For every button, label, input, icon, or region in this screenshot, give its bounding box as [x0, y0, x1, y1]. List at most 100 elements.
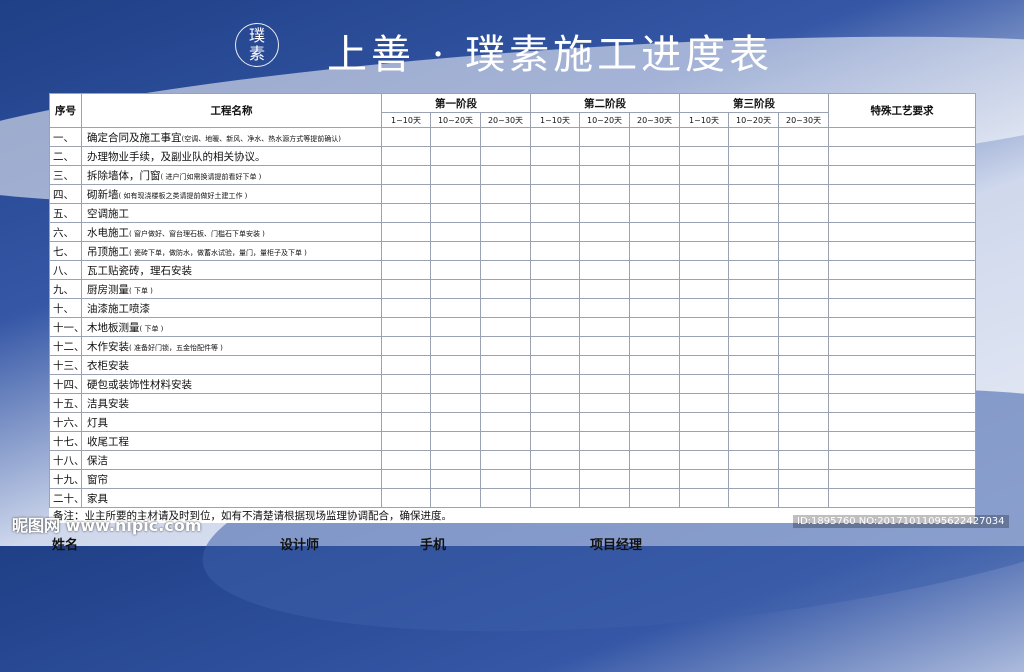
schedule-cell[interactable] — [778, 393, 830, 413]
schedule-cell[interactable] — [479, 317, 532, 337]
special-cell[interactable] — [828, 298, 977, 318]
schedule-cell[interactable] — [579, 203, 631, 223]
schedule-cell[interactable] — [479, 184, 532, 204]
schedule-cell[interactable] — [479, 412, 532, 432]
special-cell[interactable] — [828, 412, 977, 432]
schedule-cell[interactable] — [430, 412, 481, 432]
schedule-cell[interactable] — [381, 412, 431, 432]
schedule-cell[interactable] — [629, 203, 681, 223]
schedule-cell[interactable] — [778, 469, 830, 489]
schedule-cell[interactable] — [430, 488, 481, 508]
schedule-cell[interactable] — [579, 412, 631, 432]
schedule-cell[interactable] — [381, 393, 431, 413]
schedule-cell[interactable] — [430, 184, 481, 204]
special-cell[interactable] — [828, 203, 977, 223]
schedule-cell[interactable] — [381, 146, 431, 166]
schedule-cell[interactable] — [728, 469, 780, 489]
schedule-cell[interactable] — [579, 317, 631, 337]
schedule-cell[interactable] — [530, 260, 581, 280]
schedule-cell[interactable] — [629, 298, 681, 318]
schedule-cell[interactable] — [381, 165, 431, 185]
schedule-cell[interactable] — [430, 127, 481, 147]
schedule-cell[interactable] — [430, 393, 481, 413]
schedule-cell[interactable] — [530, 412, 581, 432]
schedule-cell[interactable] — [629, 127, 681, 147]
schedule-cell[interactable] — [381, 317, 431, 337]
schedule-cell[interactable] — [579, 336, 631, 356]
special-cell[interactable] — [828, 184, 977, 204]
schedule-cell[interactable] — [479, 431, 532, 451]
schedule-cell[interactable] — [629, 260, 681, 280]
schedule-cell[interactable] — [430, 355, 481, 375]
schedule-cell[interactable] — [728, 165, 780, 185]
schedule-cell[interactable] — [679, 165, 730, 185]
schedule-cell[interactable] — [728, 260, 780, 280]
schedule-cell[interactable] — [679, 355, 730, 375]
schedule-cell[interactable] — [778, 222, 830, 242]
schedule-cell[interactable] — [381, 355, 431, 375]
schedule-cell[interactable] — [778, 184, 830, 204]
schedule-cell[interactable] — [381, 336, 431, 356]
schedule-cell[interactable] — [579, 393, 631, 413]
schedule-cell[interactable] — [679, 393, 730, 413]
schedule-cell[interactable] — [778, 431, 830, 451]
schedule-cell[interactable] — [728, 336, 780, 356]
schedule-cell[interactable] — [629, 279, 681, 299]
schedule-cell[interactable] — [579, 488, 631, 508]
schedule-cell[interactable] — [479, 203, 532, 223]
schedule-cell[interactable] — [728, 412, 780, 432]
schedule-cell[interactable] — [579, 146, 631, 166]
schedule-cell[interactable] — [728, 127, 780, 147]
schedule-cell[interactable] — [778, 488, 830, 508]
schedule-cell[interactable] — [430, 298, 481, 318]
schedule-cell[interactable] — [430, 317, 481, 337]
schedule-cell[interactable] — [778, 127, 830, 147]
schedule-cell[interactable] — [679, 412, 730, 432]
schedule-cell[interactable] — [579, 165, 631, 185]
schedule-cell[interactable] — [629, 488, 681, 508]
schedule-cell[interactable] — [778, 146, 830, 166]
schedule-cell[interactable] — [381, 488, 431, 508]
schedule-cell[interactable] — [728, 431, 780, 451]
schedule-cell[interactable] — [530, 298, 581, 318]
schedule-cell[interactable] — [381, 374, 431, 394]
schedule-cell[interactable] — [530, 165, 581, 185]
schedule-cell[interactable] — [778, 412, 830, 432]
schedule-cell[interactable] — [629, 184, 681, 204]
schedule-cell[interactable] — [479, 298, 532, 318]
schedule-cell[interactable] — [679, 222, 730, 242]
schedule-cell[interactable] — [479, 488, 532, 508]
schedule-cell[interactable] — [778, 203, 830, 223]
schedule-cell[interactable] — [579, 298, 631, 318]
schedule-cell[interactable] — [579, 279, 631, 299]
schedule-cell[interactable] — [479, 127, 532, 147]
schedule-cell[interactable] — [679, 241, 730, 261]
schedule-cell[interactable] — [381, 469, 431, 489]
schedule-cell[interactable] — [778, 241, 830, 261]
schedule-cell[interactable] — [381, 279, 431, 299]
schedule-cell[interactable] — [381, 222, 431, 242]
schedule-cell[interactable] — [679, 279, 730, 299]
schedule-cell[interactable] — [381, 450, 431, 470]
schedule-cell[interactable] — [679, 450, 730, 470]
schedule-cell[interactable] — [629, 450, 681, 470]
schedule-cell[interactable] — [679, 336, 730, 356]
schedule-cell[interactable] — [679, 203, 730, 223]
schedule-cell[interactable] — [530, 279, 581, 299]
schedule-cell[interactable] — [629, 412, 681, 432]
schedule-cell[interactable] — [629, 336, 681, 356]
schedule-cell[interactable] — [629, 355, 681, 375]
schedule-cell[interactable] — [778, 260, 830, 280]
schedule-cell[interactable] — [530, 355, 581, 375]
schedule-cell[interactable] — [530, 393, 581, 413]
schedule-cell[interactable] — [479, 241, 532, 261]
schedule-cell[interactable] — [728, 203, 780, 223]
special-cell[interactable] — [828, 146, 977, 166]
schedule-cell[interactable] — [530, 146, 581, 166]
schedule-cell[interactable] — [728, 241, 780, 261]
schedule-cell[interactable] — [430, 146, 481, 166]
schedule-cell[interactable] — [430, 450, 481, 470]
schedule-cell[interactable] — [579, 222, 631, 242]
schedule-cell[interactable] — [479, 336, 532, 356]
schedule-cell[interactable] — [430, 241, 481, 261]
